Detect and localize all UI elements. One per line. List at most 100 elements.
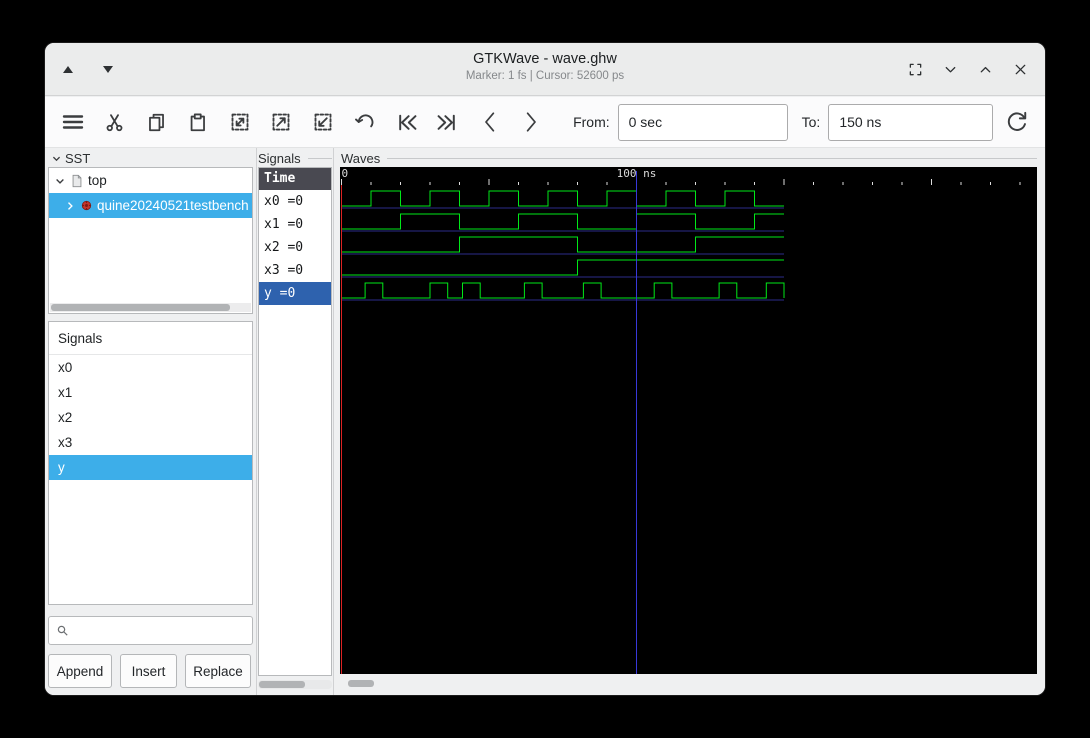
- signals-panel-header: Signals: [258, 151, 332, 166]
- window-fit-icon: [909, 63, 921, 76]
- menu-icon: [62, 115, 84, 129]
- chevron-left-icon: [484, 112, 494, 132]
- signal-row-x3[interactable]: x3 =0: [259, 259, 331, 282]
- signal-row-x1[interactable]: x1 =0: [259, 213, 331, 236]
- signal-list-item-x2[interactable]: x2: [49, 405, 252, 430]
- signal-row-y[interactable]: y =0: [259, 282, 331, 305]
- expander-chevron-icon: [56, 178, 64, 184]
- signal-list-item-y[interactable]: y: [49, 455, 252, 480]
- tree-row-testbench[interactable]: quine20240521testbench: [49, 193, 252, 218]
- insert-button[interactable]: Insert: [120, 654, 177, 688]
- expander-chevron-icon: [52, 156, 61, 162]
- time-header-row: Time: [259, 168, 331, 190]
- signal-search-box: [48, 616, 253, 645]
- zoom-fit-button[interactable]: [226, 106, 254, 138]
- up-triangle-icon: [63, 66, 73, 73]
- toolbar: From: To:: [45, 97, 1045, 148]
- scrollbar-thumb[interactable]: [259, 681, 305, 688]
- waves-horizontal-scrollbar[interactable]: [340, 679, 1037, 688]
- replace-button[interactable]: Replace: [185, 654, 251, 688]
- sst-header-label: SST: [65, 151, 91, 166]
- zoom-fit-icon: [231, 113, 248, 131]
- close-icon: [1015, 64, 1025, 75]
- tree-label-testbench: quine20240521testbench: [97, 198, 249, 213]
- signal-list-header: Signals: [49, 322, 252, 355]
- marker-cursor-status: Marker: 1 fs | Cursor: 52600 ps: [465, 70, 625, 82]
- maximize-button[interactable]: [976, 61, 994, 79]
- copy-button[interactable]: [142, 106, 170, 138]
- window-fit-button[interactable]: [906, 61, 924, 79]
- waves-panel-header: Waves: [341, 151, 1037, 166]
- search-icon: [57, 625, 68, 636]
- clipboard-icon: [191, 113, 206, 131]
- testbench-component-icon: [81, 200, 92, 211]
- menu-button[interactable]: [59, 106, 87, 138]
- skip-end-icon: [437, 114, 456, 130]
- svg-text:0: 0: [342, 167, 349, 180]
- reload-icon: [1007, 111, 1027, 131]
- module-doc-icon: [72, 174, 82, 187]
- signals-horizontal-scrollbar[interactable]: [258, 680, 332, 689]
- signal-name-list: Time x0 =0 x1 =0 x2 =0 x3 =0 y =0: [258, 167, 332, 676]
- minimize-button[interactable]: [941, 61, 959, 79]
- signal-row-x2[interactable]: x2 =0: [259, 236, 331, 259]
- sst-header[interactable]: SST: [51, 151, 90, 166]
- skip-start-icon: [398, 114, 417, 130]
- signal-list-item-x1[interactable]: x1: [49, 380, 252, 405]
- append-button[interactable]: Append: [48, 654, 112, 688]
- zoom-out-icon: [314, 113, 332, 131]
- sst-tree: top quine20240521testbench: [48, 167, 253, 314]
- to-end-button[interactable]: [434, 106, 462, 138]
- shift-left-button[interactable]: [476, 106, 504, 138]
- scroll-down-button[interactable]: [99, 61, 117, 79]
- frame-line: [307, 158, 332, 159]
- from-label: From:: [573, 114, 610, 130]
- gtkwave-window: GTKWave - wave.ghw Marker: 1 fs | Cursor…: [45, 43, 1045, 695]
- titlebar[interactable]: GTKWave - wave.ghw Marker: 1 fs | Cursor…: [45, 43, 1045, 96]
- paste-button[interactable]: [184, 106, 212, 138]
- frame-line: [387, 158, 1037, 159]
- screen-background: GTKWave - wave.ghw Marker: 1 fs | Cursor…: [0, 0, 1090, 738]
- wave-canvas[interactable]: 0 100 ns: [340, 167, 1037, 674]
- cut-button[interactable]: [101, 106, 129, 138]
- waves-panel: Waves 0 100 ns: [335, 148, 1037, 695]
- sst-panel: SST top quine20240521testbench Signals x…: [45, 148, 256, 695]
- signal-search-list: Signals x0 x1 x2 x3 y: [48, 321, 253, 605]
- from-input[interactable]: [617, 103, 788, 141]
- waveform-traces: 0 100 ns: [341, 167, 1021, 674]
- shift-right-button[interactable]: [517, 106, 545, 138]
- to-input[interactable]: [828, 103, 994, 141]
- to-label: To:: [801, 114, 821, 130]
- titlebar-left-controls: [59, 43, 117, 96]
- scissors-icon: [106, 113, 123, 131]
- zoom-out-button[interactable]: [309, 106, 337, 138]
- close-button[interactable]: [1011, 61, 1029, 79]
- zoom-undo-button[interactable]: [351, 106, 379, 138]
- tree-horizontal-scrollbar[interactable]: [50, 303, 251, 312]
- tree-row-top[interactable]: top: [49, 168, 252, 193]
- titlebar-right-controls: [906, 43, 1029, 96]
- search-input[interactable]: [75, 617, 252, 644]
- copy-icon: [148, 113, 164, 131]
- undo-arrow-icon: [354, 114, 373, 128]
- titlebar-center: GTKWave - wave.ghw Marker: 1 fs | Cursor…: [45, 51, 1045, 82]
- main-area: SST top quine20240521testbench Signals x…: [45, 148, 1045, 695]
- chevron-up-icon: [980, 66, 990, 73]
- window-title: GTKWave - wave.ghw: [473, 51, 617, 67]
- scrollbar-thumb[interactable]: [51, 304, 230, 311]
- chevron-right-icon: [527, 112, 537, 132]
- tree-label-top: top: [88, 173, 107, 188]
- reload-button[interactable]: [1003, 106, 1031, 138]
- signal-list-item-x3[interactable]: x3: [49, 430, 252, 455]
- signals-panel-header-label: Signals: [258, 151, 301, 166]
- to-start-button[interactable]: [392, 106, 420, 138]
- zoom-in-button[interactable]: [267, 106, 295, 138]
- signals-panel: Signals Time x0 =0 x1 =0 x2 =0 x3 =0 y =…: [257, 148, 334, 695]
- signal-row-x0[interactable]: x0 =0: [259, 190, 331, 213]
- down-triangle-icon: [103, 66, 113, 73]
- scroll-up-button[interactable]: [59, 61, 77, 79]
- signal-list-item-x0[interactable]: x0: [49, 355, 252, 380]
- zoom-in-icon: [272, 113, 290, 131]
- scrollbar-thumb[interactable]: [348, 680, 374, 687]
- chevron-down-icon: [945, 66, 955, 73]
